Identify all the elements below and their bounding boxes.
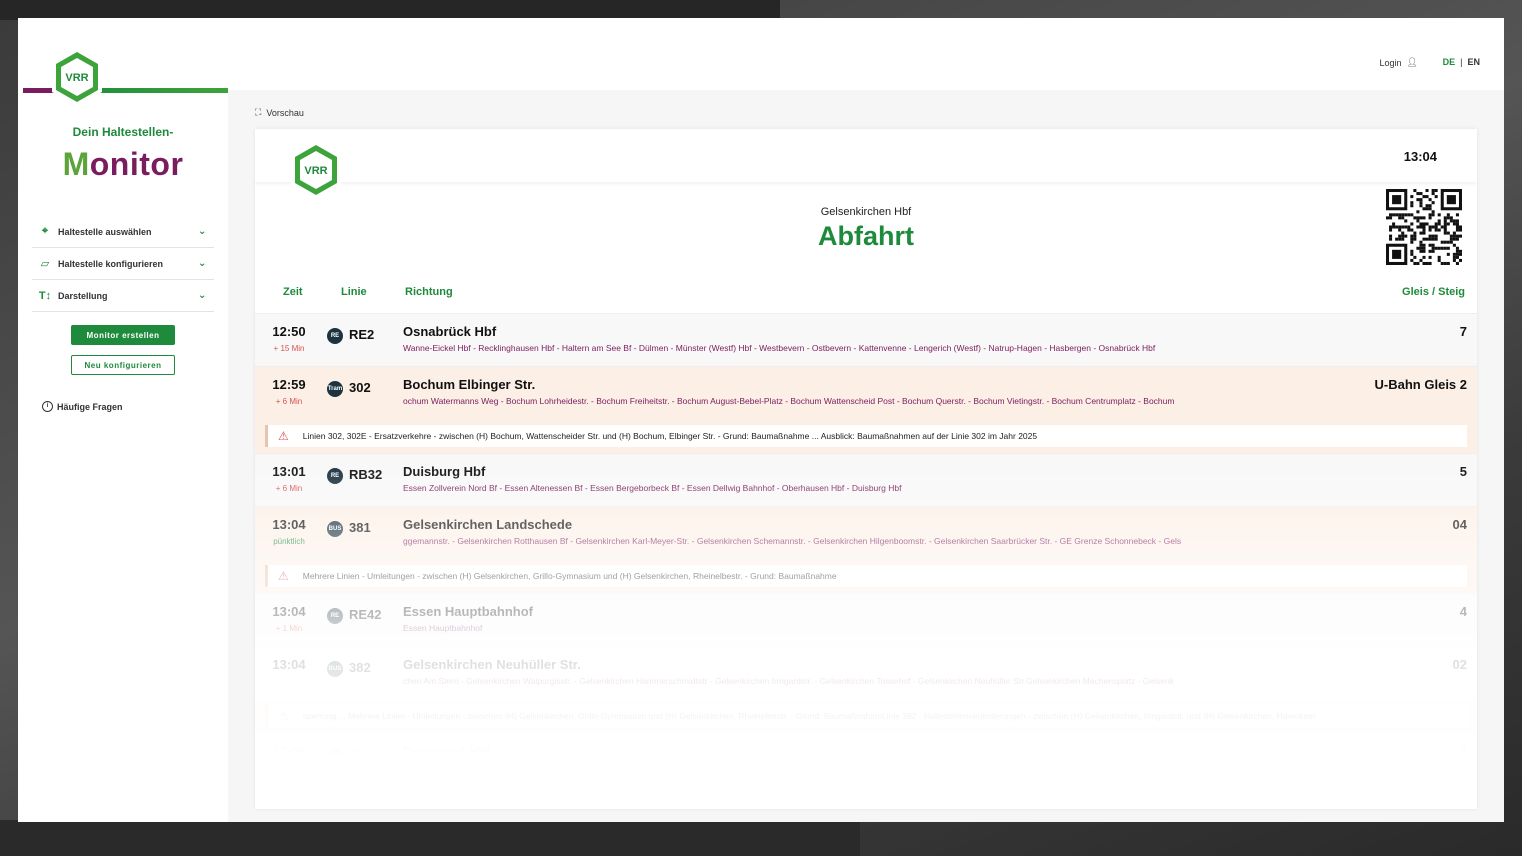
monitor-vrr-logo: VRR: [291, 141, 341, 199]
column-header-line: Linie: [341, 286, 367, 298]
s-bahn-icon: S: [327, 748, 343, 764]
main-content: ⛶ Vorschau VRR 13:04 Gelsenkirchen Hbf A…: [228, 90, 1504, 822]
station-name: Gelsenkirchen Hbf: [820, 206, 912, 218]
bus-icon: BUS: [327, 661, 343, 677]
expand-icon: ⛶: [255, 107, 262, 117]
train-icon: RE: [327, 328, 343, 344]
monitor-clock: 13:04: [1403, 149, 1437, 164]
menu-item-haltestelle-konfigurieren[interactable]: ▱ Haltestelle konfigurieren ⌄: [32, 248, 214, 280]
lang-de[interactable]: DE: [1443, 57, 1456, 67]
browser-window: VRR Dein Haltestellen- Monitor ⌖ Haltest…: [18, 18, 1504, 822]
vrr-logo-text: VRR: [65, 72, 88, 84]
app-title: Monitor: [62, 146, 184, 182]
chevron-down-icon: ⌄: [198, 258, 207, 269]
language-switcher: DE | EN: [1442, 57, 1480, 67]
tagline: Dein Haltestellen-: [72, 125, 174, 139]
faq-link[interactable]: i Häufige Fragen: [42, 401, 123, 412]
lang-en[interactable]: EN: [1467, 57, 1480, 67]
warning-icon: ⚠: [278, 709, 289, 723]
text-size-icon: T↕: [38, 289, 52, 302]
departure-row: 13:04 pünktlich BUS 381 Gelsenkirchen La…: [255, 506, 1477, 559]
reconfigure-button[interactable]: Neu konfigurieren: [71, 355, 175, 375]
location-pin-icon: ⌖: [41, 225, 49, 237]
menu-item-darstellung[interactable]: T↕ Darstellung ⌄: [32, 280, 214, 312]
chevron-down-icon: ⌄: [198, 290, 207, 301]
menu-item-haltestelle-auswaehlen[interactable]: ⌖ Haltestelle auswählen ⌄: [32, 216, 214, 248]
monitor-vrr-logo-text: VRR: [304, 165, 327, 177]
warning-icon: ⚠: [278, 429, 289, 443]
chevron-down-icon: ⌄: [198, 226, 207, 237]
tram-icon: Tram: [327, 381, 343, 397]
departure-monitor-preview: VRR 13:04 Gelsenkirchen Hbf Abfahrt Zeit…: [255, 129, 1477, 809]
login-link[interactable]: Login 👤︎: [1380, 57, 1418, 68]
sidebar: VRR Dein Haltestellen- Monitor ⌖ Haltest…: [18, 18, 228, 822]
departure-list: 12:50 + 15 Min RE RE2 Osnabrück Hbf Wann…: [255, 313, 1477, 786]
alert-row: ⚠ Mehrere Linien - Umleitungen - zwische…: [255, 559, 1477, 593]
train-icon: RE: [327, 608, 343, 624]
departure-row: 12:59 + 6 Min Tram 302 Bochum Elbinger S…: [255, 366, 1477, 419]
departure-row: 12:50 + 15 Min RE RE2 Osnabrück Hbf Wann…: [255, 313, 1477, 366]
sidebar-menu: ⌖ Haltestelle auswählen ⌄ ▱ Haltestelle …: [32, 216, 214, 312]
warning-icon: ⚠: [278, 569, 289, 583]
info-icon: i: [42, 401, 53, 412]
alert-row: ⚠ sperrung ... Mehrere Linien - Umleitun…: [255, 699, 1477, 733]
departure-row: 13:04 + 1 Min RE RE42 Essen Hauptbahnhof…: [255, 593, 1477, 646]
desktop-background-band: [0, 0, 780, 20]
column-header-direction: Richtung: [405, 286, 453, 298]
preview-toggle[interactable]: ⛶ Vorschau: [255, 107, 304, 118]
create-monitor-button[interactable]: Monitor erstellen: [71, 325, 175, 345]
vrr-logo[interactable]: VRR: [48, 46, 106, 108]
desktop-background-band: [0, 820, 860, 856]
monitor-header: [255, 129, 1477, 182]
alert-row: ⚠ Linien 302, 302E - Ersatzverkehre - zw…: [255, 419, 1477, 453]
column-header-time: Zeit: [283, 286, 303, 298]
bus-icon: BUS: [327, 521, 343, 537]
monitor-heading: Abfahrt: [818, 221, 914, 251]
departure-row: 13:05 S S2 Dortmund Hbf 6: [255, 733, 1477, 786]
train-icon: RE: [327, 468, 343, 484]
departure-row: 13:01 + 6 Min RE RB32 Duisburg Hbf Essen…: [255, 453, 1477, 506]
departure-row: 13:04 BUS 382 Gelsenkirchen Neuhüller St…: [255, 646, 1477, 699]
column-header-platform: Gleis / Steig: [1402, 286, 1465, 298]
user-icon: 👤︎: [1406, 57, 1418, 67]
top-header: Login 👤︎ DE | EN: [228, 18, 1504, 90]
map-icon: ▱: [40, 258, 50, 270]
